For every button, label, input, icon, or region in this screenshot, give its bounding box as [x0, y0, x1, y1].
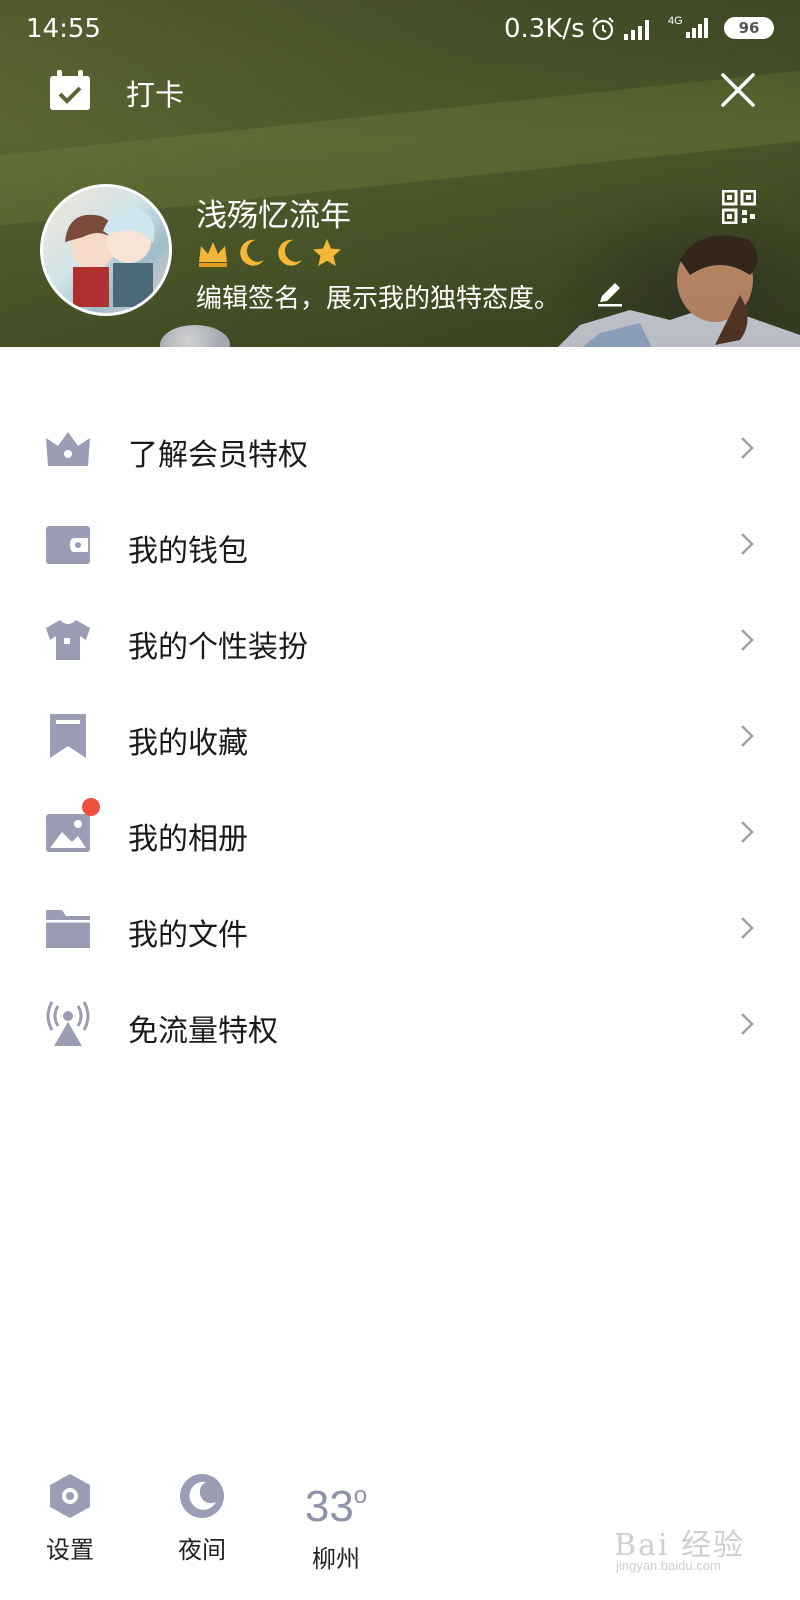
status-net-speed: 0.3K/s — [504, 14, 585, 44]
settings-button[interactable]: 设置 — [40, 1470, 100, 1565]
signal-4g-icon: 4G — [668, 15, 708, 38]
edit-pencil-icon[interactable] — [596, 280, 624, 308]
avatar-image — [65, 208, 155, 307]
temperature-unit: o — [353, 1482, 368, 1509]
night-moon-icon — [180, 1474, 224, 1518]
menu-item-label: 了解会员特权 — [128, 438, 308, 473]
menu-item-files[interactable]: 我的文件 — [0, 880, 800, 976]
weather-widget[interactable]: 33o 柳州 — [296, 1470, 376, 1574]
network-type-label: 4G — [668, 15, 683, 27]
status-time: 14:55 — [26, 14, 101, 44]
menu-item-dressup[interactable]: 我的个性装扮 — [0, 592, 800, 688]
drawer-menu: 了解会员特权 我的钱包 我的个性装扮 我的收藏 我的相册 我的文件 免流量特权 — [0, 400, 800, 1072]
temperature: 33o — [296, 1470, 376, 1533]
signal-icon — [624, 20, 649, 40]
menu-item-free-data[interactable]: 免流量特权 — [0, 976, 800, 1072]
alarm-icon — [592, 17, 614, 41]
notification-dot — [82, 798, 100, 816]
star-icon — [313, 239, 341, 266]
menu-item-vip[interactable]: 了解会员特权 — [0, 400, 800, 496]
close-icon[interactable] — [720, 72, 756, 108]
menu-item-label: 我的个性装扮 — [128, 630, 308, 665]
bookmark-icon — [50, 714, 86, 758]
menu-item-label: 我的收藏 — [128, 726, 248, 761]
chevron-right-icon — [741, 917, 754, 939]
moon-icon — [240, 239, 264, 266]
menu-item-favorites[interactable]: 我的收藏 — [0, 688, 800, 784]
wallet-icon — [46, 526, 90, 564]
menu-item-label: 我的文件 — [128, 918, 248, 953]
antenna-icon — [46, 1001, 90, 1046]
menu-item-wallet[interactable]: 我的钱包 — [0, 496, 800, 592]
chevron-right-icon — [741, 629, 754, 651]
nickname[interactable]: 浅殇忆流年 — [196, 190, 351, 235]
temperature-value: 33 — [304, 1482, 354, 1531]
avatar[interactable] — [40, 184, 172, 316]
crown-icon — [199, 242, 227, 267]
menu-item-album[interactable]: 我的相册 — [0, 784, 800, 880]
moon-icon — [278, 239, 302, 266]
status-bar: 14:55 0.3K/s 4G 96 — [0, 0, 800, 58]
chevron-right-icon — [741, 725, 754, 747]
baidu-jingyan-watermark: Bai 经验 jingyan.baidu.com — [610, 1510, 760, 1580]
chevron-right-icon — [741, 533, 754, 555]
battery-indicator: 96 — [724, 17, 774, 39]
shirt-icon — [46, 620, 90, 660]
vip-crown-icon — [46, 432, 90, 466]
menu-item-label: 我的相册 — [128, 822, 248, 857]
chevron-right-icon — [741, 437, 754, 459]
photo-album-icon — [46, 814, 90, 852]
night-label: 夜间 — [178, 1536, 226, 1564]
menu-item-label: 免流量特权 — [128, 1014, 278, 1049]
city-label: 柳州 — [312, 1545, 360, 1573]
calendar-check-icon[interactable] — [48, 70, 92, 112]
menu-item-label: 我的钱包 — [128, 534, 248, 569]
watermark-sub: jingyan.baidu.com — [616, 1558, 721, 1573]
signature-text[interactable]: 编辑签名，展示我的独特态度。 — [196, 278, 560, 315]
settings-hexagon-icon — [50, 1474, 90, 1518]
level-badges[interactable] — [196, 236, 344, 270]
checkin-label[interactable]: 打卡 — [126, 72, 184, 114]
folder-icon — [46, 910, 90, 948]
chevron-right-icon — [741, 821, 754, 843]
night-mode-button[interactable]: 夜间 — [172, 1470, 232, 1565]
settings-label: 设置 — [46, 1536, 94, 1564]
qr-code-icon[interactable] — [722, 190, 756, 224]
chevron-right-icon — [741, 1013, 754, 1035]
